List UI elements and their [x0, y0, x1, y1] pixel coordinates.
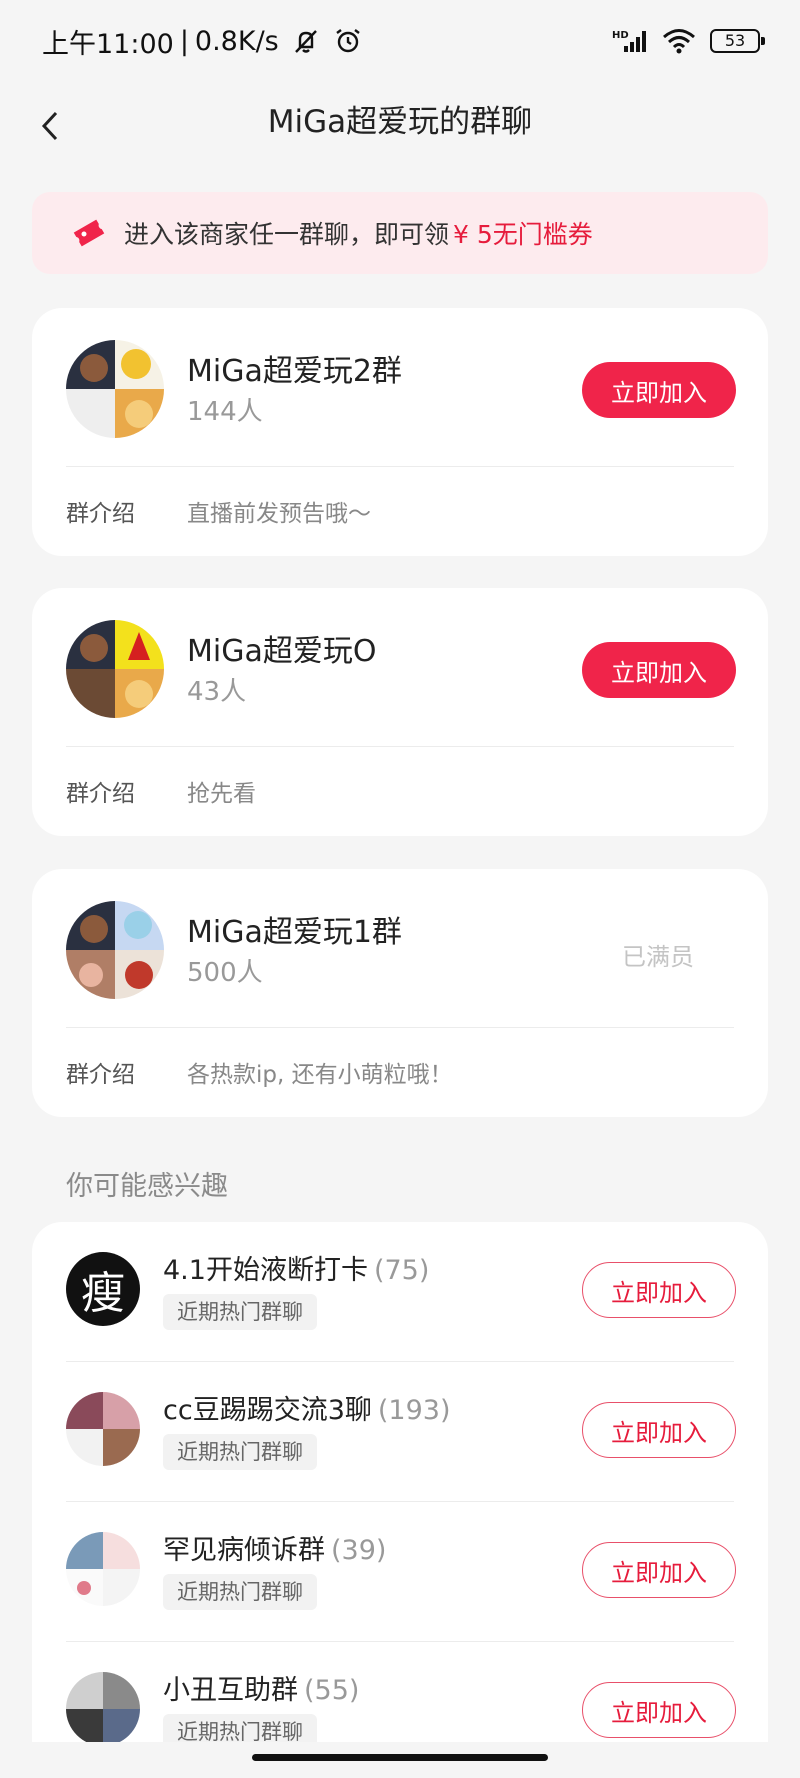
group-intro-text: 直播前发预告哦～: [187, 501, 371, 527]
group-avatar: [66, 1392, 140, 1466]
group-name: MiGa超爱玩1群: [187, 915, 402, 950]
avatar-image: [66, 1532, 140, 1606]
list-item[interactable]: cc豆踢踢交流3聊 (193) 近期热门群聊 立即加入: [32, 1362, 768, 1502]
group-member-count: 144人: [187, 397, 263, 427]
rec-group-name: 4.1开始液断打卡: [163, 1255, 368, 1286]
svg-text:HD: HD: [612, 30, 629, 41]
hot-tag: 近期热门群聊: [163, 1434, 317, 1470]
hot-tag: 近期热门群聊: [163, 1294, 317, 1330]
rec-group-name: cc豆踢踢交流3聊: [163, 1395, 372, 1426]
group-avatar: 瘦: [66, 1252, 140, 1326]
alarm-icon: [336, 29, 360, 53]
avatar-image: [66, 340, 164, 438]
hot-tag: 近期热门群聊: [163, 1574, 317, 1610]
page-title: MiGa超爱玩的群聊: [267, 104, 533, 140]
home-indicator[interactable]: [252, 1754, 548, 1761]
recommend-list: 瘦 4.1开始液断打卡 (75) 近期热门群聊 立即加入 cc豆踢踢交流3聊 (19…: [32, 1222, 768, 1742]
join-button[interactable]: 立即加入: [582, 1542, 736, 1598]
group-avatar[interactable]: [66, 340, 164, 438]
join-button[interactable]: 立即加入: [582, 1262, 736, 1318]
status-bar: 上午11:00 | 0.8K/s HD 53: [0, 0, 800, 82]
group-intro-text: 各热款ip, 还有小萌粒哦！: [187, 1062, 453, 1088]
list-item[interactable]: 小丑互助群 (55) 近期热门群聊 立即加入: [32, 1642, 768, 1742]
hd-signal-icon: HD: [612, 30, 646, 52]
coupon-banner: 进入该商家任一群聊，即可领 ¥ 5无门槛券: [32, 192, 768, 274]
avatar-image: [66, 901, 164, 999]
group-card: MiGa超爱玩O 43人 立即加入 群介绍 抢先看: [32, 588, 768, 836]
group-card: MiGa超爱玩2群 144人 立即加入 群介绍 直播前发预告哦～: [32, 308, 768, 556]
group-avatar[interactable]: [66, 620, 164, 718]
join-button[interactable]: 立即加入: [582, 1682, 736, 1738]
wifi-icon: [663, 29, 695, 54]
group-avatar: [66, 1672, 140, 1742]
avatar-char: 瘦: [81, 1268, 125, 1319]
rec-group-count: (55): [304, 1675, 360, 1706]
join-button[interactable]: 立即加入: [582, 1402, 736, 1458]
rec-group-count: (39): [331, 1535, 387, 1566]
group-member-count: 43人: [187, 677, 247, 707]
group-intro-label: 群介绍: [66, 501, 135, 527]
status-right: HD 53: [612, 28, 765, 54]
group-member-count: 500人: [187, 958, 263, 988]
group-intro-label: 群介绍: [66, 781, 135, 807]
group-avatar: [66, 1532, 140, 1606]
recommend-section-title: 你可能感兴趣: [66, 1171, 228, 1202]
avatar-image: [66, 620, 164, 718]
list-item[interactable]: 罕见病倾诉群 (39) 近期热门群聊 立即加入: [32, 1502, 768, 1642]
rec-group-name-row: cc豆踢踢交流3聊 (193): [163, 1388, 450, 1427]
mute-icon: [294, 30, 317, 53]
nav-bar: MiGa超爱玩的群聊: [0, 82, 800, 182]
divider: [66, 466, 734, 467]
rec-group-name-row: 小丑互助群 (55): [163, 1668, 359, 1707]
rec-group-name: 罕见病倾诉群: [163, 1535, 325, 1566]
rec-group-name: 小丑互助群: [163, 1675, 298, 1706]
avatar-image: [66, 1392, 140, 1466]
join-button[interactable]: 立即加入: [582, 642, 736, 698]
network-speed: 0.8K/s: [194, 25, 279, 57]
join-button[interactable]: 立即加入: [582, 362, 736, 418]
hot-tag: 近期热门群聊: [163, 1714, 317, 1742]
group-avatar[interactable]: [66, 901, 164, 999]
group-intro-label: 群介绍: [66, 1062, 135, 1088]
group-card: MiGa超爱玩1群 500人 已满员 群介绍 各热款ip, 还有小萌粒哦！: [32, 869, 768, 1117]
battery-icon: 53: [710, 29, 765, 53]
status-time: 上午11:00: [42, 28, 174, 60]
divider: [66, 746, 734, 747]
coupon-ticket-icon: [73, 219, 105, 247]
rec-group-name-row: 4.1开始液断打卡 (75): [163, 1248, 429, 1287]
group-name: MiGa超爱玩O: [187, 634, 377, 669]
coupon-amount: ¥ 5无门槛券: [453, 220, 593, 249]
group-intro-text: 抢先看: [187, 781, 256, 807]
divider: [66, 1027, 734, 1028]
status-left: 上午11:00 | 0.8K/s: [42, 22, 363, 61]
status-separator: |: [179, 25, 189, 57]
avatar-image: [66, 1672, 140, 1742]
group-full-label: 已满员: [622, 943, 694, 971]
rec-group-name-row: 罕见病倾诉群 (39): [163, 1528, 386, 1567]
group-name: MiGa超爱玩2群: [187, 354, 402, 389]
rec-group-count: (75): [373, 1255, 430, 1286]
list-item[interactable]: 瘦 4.1开始液断打卡 (75) 近期热门群聊 立即加入: [32, 1222, 768, 1362]
coupon-text: 进入该商家任一群聊，即可领: [124, 220, 450, 249]
rec-group-count: (193): [377, 1395, 451, 1426]
